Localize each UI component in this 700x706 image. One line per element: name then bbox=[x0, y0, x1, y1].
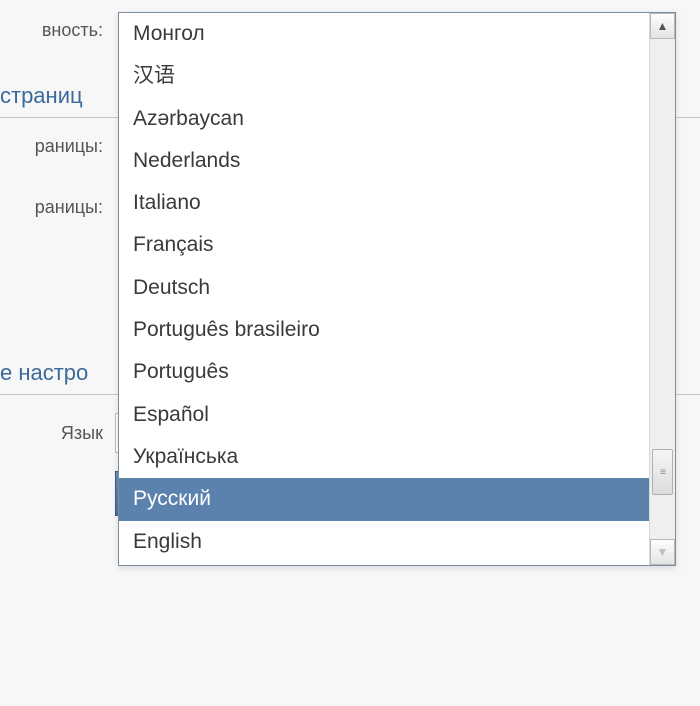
chevron-up-icon: ▲ bbox=[657, 19, 669, 33]
language-label: Язык bbox=[0, 423, 115, 444]
field-label: раницы: bbox=[0, 136, 115, 157]
scroll-thumb[interactable]: ≡ bbox=[652, 449, 673, 495]
listbox-option[interactable]: Українська bbox=[119, 436, 649, 478]
scroll-track[interactable]: ≡ bbox=[650, 39, 675, 539]
listbox-option[interactable]: English bbox=[119, 521, 649, 563]
listbox-option[interactable]: Italiano bbox=[119, 182, 649, 224]
listbox-option[interactable]: Deutsch bbox=[119, 267, 649, 309]
chevron-down-icon: ▼ bbox=[657, 545, 669, 559]
listbox-option[interactable]: 汉语 bbox=[119, 55, 649, 97]
grip-icon: ≡ bbox=[660, 467, 665, 478]
listbox-option[interactable]: Español bbox=[119, 394, 649, 436]
scrollbar[interactable]: ▲ ≡ ▼ bbox=[649, 13, 675, 565]
listbox-option[interactable]: Монгол bbox=[119, 13, 649, 55]
field-label: раницы: bbox=[0, 197, 115, 218]
language-listbox[interactable]: Монгол汉语AzərbaycanNederlandsItalianoFran… bbox=[118, 12, 676, 566]
listbox-option[interactable]: Azərbaycan bbox=[119, 98, 649, 140]
listbox-option[interactable]: Nederlands bbox=[119, 140, 649, 182]
field-label: вность: bbox=[0, 20, 115, 41]
scroll-down-button[interactable]: ▼ bbox=[650, 539, 675, 565]
listbox-option[interactable]: Русский bbox=[119, 478, 649, 520]
listbox-option[interactable]: Português brasileiro bbox=[119, 309, 649, 351]
listbox-option[interactable]: Português bbox=[119, 351, 649, 393]
scroll-up-button[interactable]: ▲ bbox=[650, 13, 675, 39]
listbox-option[interactable]: Français bbox=[119, 224, 649, 266]
